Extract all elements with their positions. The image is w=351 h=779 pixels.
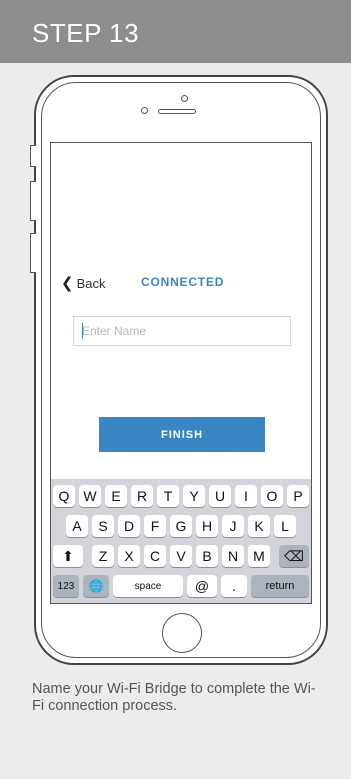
globe-icon: 🌐 [88, 579, 104, 593]
key-c[interactable]: C [144, 545, 166, 567]
phone-screen: ❮ Back CONNECTED FINISH Q W E R T Y U I … [50, 142, 312, 604]
key-i[interactable]: I [235, 485, 257, 507]
key-r[interactable]: R [131, 485, 153, 507]
earpiece-speaker [158, 109, 196, 114]
keyboard-row-4: 123 🌐 space @ . return [51, 575, 311, 597]
key-l[interactable]: L [274, 515, 296, 537]
key-o[interactable]: O [261, 485, 283, 507]
finish-button[interactable]: FINISH [99, 417, 265, 452]
numbers-key[interactable]: 123 [53, 575, 79, 597]
dot-key[interactable]: . [221, 575, 247, 597]
shift-icon: ⬆ [62, 547, 74, 564]
step-title: STEP 13 [32, 18, 140, 48]
key-h[interactable]: H [196, 515, 218, 537]
delete-key[interactable]: ⌫ [279, 545, 309, 567]
key-n[interactable]: N [222, 545, 244, 567]
volume-down-button [30, 233, 36, 273]
key-j[interactable]: J [222, 515, 244, 537]
key-g[interactable]: G [170, 515, 192, 537]
key-k[interactable]: K [248, 515, 270, 537]
key-s[interactable]: S [92, 515, 114, 537]
key-u[interactable]: U [209, 485, 231, 507]
home-button [162, 613, 202, 653]
key-f[interactable]: F [144, 515, 166, 537]
step-caption: Name your Wi-Fi Bridge to complete the W… [32, 681, 316, 714]
chevron-left-icon: ❮ [61, 275, 74, 292]
nav-title: CONNECTED [141, 275, 225, 289]
key-t[interactable]: T [157, 485, 179, 507]
name-input[interactable] [73, 316, 291, 346]
back-button[interactable]: ❮ Back [61, 274, 105, 292]
at-key[interactable]: @ [187, 575, 217, 597]
mute-switch [30, 145, 36, 167]
key-d[interactable]: D [118, 515, 140, 537]
key-q[interactable]: Q [53, 485, 75, 507]
keyboard-row-3: ⬆ Z X C V B N M ⌫ [51, 545, 311, 567]
back-label: Back [76, 275, 106, 291]
key-b[interactable]: B [196, 545, 218, 567]
backspace-icon: ⌫ [284, 547, 304, 564]
onscreen-keyboard: Q W E R T Y U I O P A S D F G H J K L ⬆ … [51, 479, 311, 603]
text-cursor [82, 323, 83, 339]
key-y[interactable]: Y [183, 485, 205, 507]
key-z[interactable]: Z [92, 545, 114, 567]
keyboard-row-1: Q W E R T Y U I O P [51, 485, 311, 507]
proximity-sensor [141, 107, 148, 114]
key-m[interactable]: M [248, 545, 270, 567]
key-a[interactable]: A [66, 515, 88, 537]
key-e[interactable]: E [105, 485, 127, 507]
front-camera [181, 95, 188, 102]
step-header: STEP 13 [0, 0, 351, 63]
phone-illustration: ❮ Back CONNECTED FINISH Q W E R T Y U I … [30, 75, 328, 665]
volume-up-button [30, 181, 36, 221]
space-key[interactable]: space [113, 575, 183, 597]
key-x[interactable]: X [118, 545, 140, 567]
key-p[interactable]: P [287, 485, 309, 507]
keyboard-row-2: A S D F G H J K L [51, 515, 311, 537]
globe-key[interactable]: 🌐 [83, 575, 109, 597]
key-v[interactable]: V [170, 545, 192, 567]
shift-key[interactable]: ⬆ [53, 545, 83, 567]
return-key[interactable]: return [251, 575, 309, 597]
key-w[interactable]: W [79, 485, 101, 507]
